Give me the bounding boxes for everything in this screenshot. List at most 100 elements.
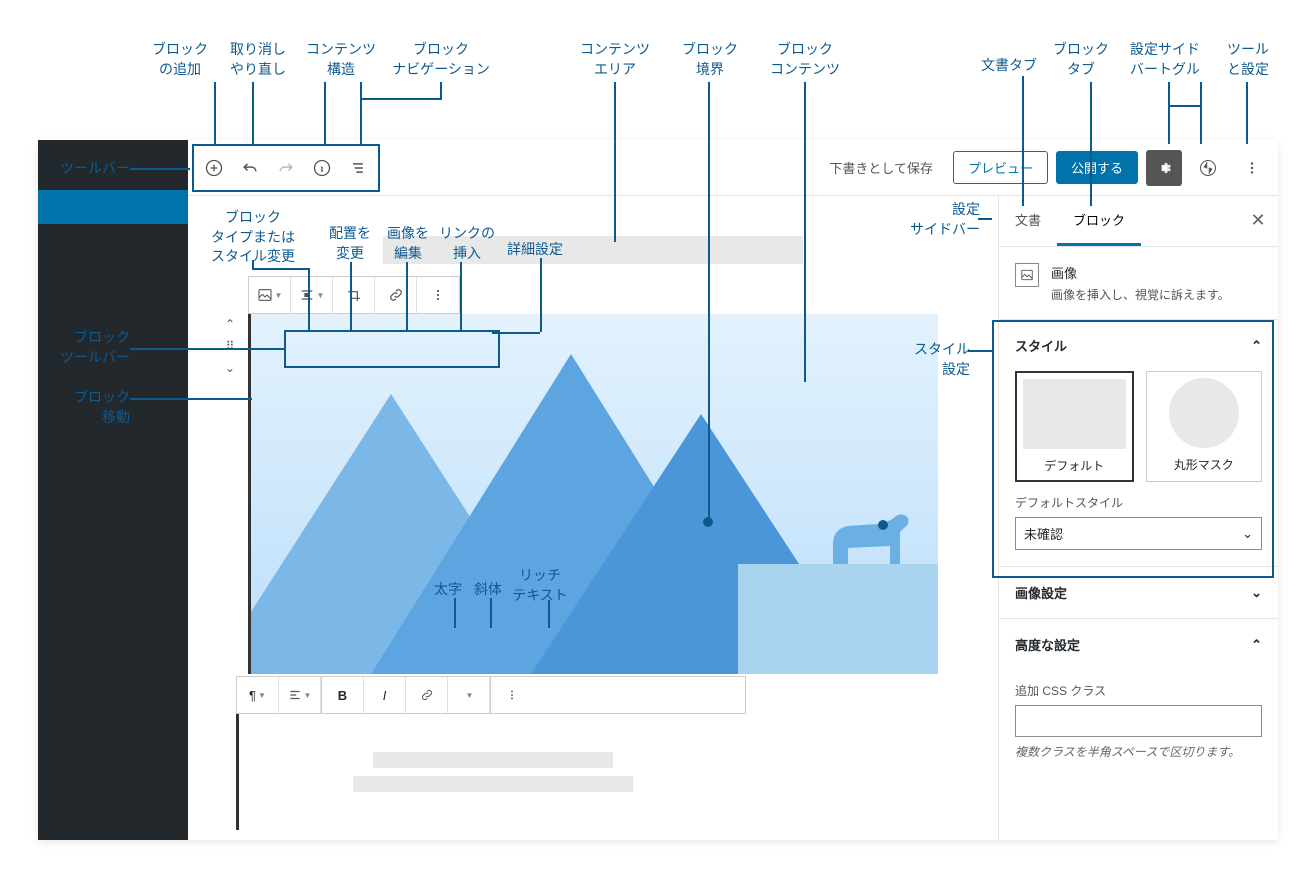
css-class-input[interactable] (1015, 705, 1262, 737)
anno-block-boundary: ブロック境界 (670, 40, 750, 79)
style-panel: スタイル ⌃ デフォルト 丸形マスク (999, 320, 1278, 567)
image-block-wrapper: ▼ ▼ (248, 314, 938, 674)
image-icon (257, 287, 273, 303)
rich-text-more-button[interactable]: ▼ (448, 677, 490, 713)
bear-graphic (818, 504, 918, 574)
content-structure-button[interactable] (304, 150, 340, 186)
chevron-down-icon: ⌄ (1242, 526, 1253, 542)
text-align-button[interactable]: ▼ (279, 677, 321, 713)
block-name: 画像 (1051, 263, 1230, 282)
alignment-button[interactable]: ▼ (291, 277, 333, 313)
undo-icon (240, 158, 260, 178)
tab-block[interactable]: ブロック (1057, 196, 1141, 246)
save-draft-button[interactable]: 下書きとして保存 (817, 150, 945, 185)
block-toolbar: ▼ ▼ (248, 276, 460, 314)
style-option-default[interactable]: デフォルト (1015, 371, 1134, 482)
redo-icon (276, 158, 296, 178)
anno-document-tab: 文書タブ (974, 56, 1044, 76)
chevron-down-icon: ▼ (317, 291, 325, 300)
editor-window: 下書きとして保存 プレビュー 公開する (38, 140, 1278, 840)
link-icon (420, 688, 434, 702)
ice-graphic (738, 564, 938, 674)
image-settings-panel: 画像設定 ⌄ (999, 567, 1278, 619)
more-vertical-icon (430, 287, 446, 303)
insert-link-button[interactable] (375, 277, 417, 313)
select-value: 未確認 (1024, 524, 1063, 543)
chevron-down-icon: ▼ (275, 291, 283, 300)
image-settings-toggle[interactable]: 画像設定 ⌄ (1015, 583, 1262, 602)
settings-toggle-button[interactable] (1146, 150, 1182, 186)
anno-block-tab: ブロックタブ (1046, 40, 1116, 79)
default-style-select[interactable]: 未確認 ⌄ (1015, 517, 1262, 550)
admin-sidebar-active-item[interactable] (38, 190, 188, 224)
drag-handle[interactable]: ⠿ (218, 336, 242, 356)
advanced-panel: 高度な設定 ⌃ 追加 CSS クラス 複数クラスを半角スペースで区切ります。 (999, 619, 1278, 776)
block-description: 画像を挿入し、視覚に訴えます。 (1051, 286, 1230, 303)
close-sidebar-button[interactable]: ✕ (1246, 208, 1270, 232)
plus-circle-icon (204, 158, 224, 178)
anno-settings-toggle: 設定サイドバートグル (1120, 40, 1210, 79)
paragraph-type-button[interactable]: ¶▼ (237, 677, 279, 713)
text-placeholder (373, 752, 613, 768)
text-link-button[interactable] (406, 677, 448, 713)
move-up-button[interactable]: ⌃ (218, 314, 242, 334)
image-block[interactable] (248, 314, 938, 674)
panel-title: スタイル (1015, 336, 1067, 355)
move-down-button[interactable]: ⌄ (218, 358, 242, 378)
chevron-up-icon: ⌃ (1251, 338, 1262, 354)
bold-button[interactable]: B (322, 677, 364, 713)
css-help-text: 複数クラスを半角スペースで区切ります。 (1015, 743, 1262, 760)
text-placeholder (353, 776, 633, 792)
settings-sidebar: 文書 ブロック ✕ 画像 画像を挿入し、視覚に訴えます。 (998, 196, 1278, 840)
add-block-button[interactable] (196, 150, 232, 186)
tab-document[interactable]: 文書 (999, 196, 1057, 246)
anno-undo-redo: 取り消しやり直し (218, 40, 298, 79)
css-class-label: 追加 CSS クラス (1015, 682, 1262, 699)
crop-icon (346, 287, 362, 303)
paragraph-block-wrapper: ¶▼ ▼ B I ▼ (236, 676, 746, 830)
editor-toolbar: 下書きとして保存 プレビュー 公開する (188, 140, 1278, 196)
anno-content-structure: コンテンツ構造 (296, 40, 386, 79)
text-block-toolbar: ¶▼ ▼ B I ▼ (236, 676, 746, 714)
image-icon (1015, 263, 1039, 287)
block-more-button[interactable] (417, 277, 459, 313)
more-vertical-icon (505, 688, 519, 702)
title-placeholder[interactable] (383, 236, 803, 264)
style-option-round[interactable]: 丸形マスク (1146, 371, 1263, 482)
chevron-up-icon: ⌃ (1251, 637, 1262, 653)
block-navigation-button[interactable] (340, 150, 376, 186)
anno-tools-settings: ツールと設定 (1218, 40, 1278, 79)
content-area[interactable]: ▼ ▼ (188, 196, 998, 840)
more-vertical-icon (1243, 159, 1261, 177)
list-icon (348, 158, 368, 178)
paragraph-block[interactable] (236, 714, 746, 830)
jetpack-icon (1199, 159, 1217, 177)
style-panel-toggle[interactable]: スタイル ⌃ (1015, 336, 1262, 355)
undo-button[interactable] (232, 150, 268, 186)
chevron-down-icon: ⌄ (1251, 585, 1262, 601)
align-icon (299, 287, 315, 303)
gear-icon (1155, 159, 1173, 177)
block-info-section: 画像 画像を挿入し、視覚に訴えます。 (999, 247, 1278, 320)
style-option-label: デフォルト (1023, 457, 1126, 474)
edit-image-button[interactable] (333, 277, 375, 313)
align-left-icon (288, 688, 302, 702)
jetpack-button[interactable] (1190, 150, 1226, 186)
link-icon (388, 287, 404, 303)
italic-button[interactable]: I (364, 677, 406, 713)
anno-block-nav: ブロックナビゲーション (386, 40, 496, 79)
advanced-panel-toggle[interactable]: 高度な設定 ⌃ (1015, 635, 1262, 654)
block-mover: ⌃ ⠿ ⌄ (218, 314, 242, 378)
style-option-label: 丸形マスク (1153, 456, 1256, 473)
text-more-button[interactable] (491, 677, 533, 713)
redo-button[interactable] (268, 150, 304, 186)
sidebar-tabs: 文書 ブロック ✕ (999, 196, 1278, 247)
info-icon (312, 158, 332, 178)
more-tools-button[interactable] (1234, 150, 1270, 186)
preview-button[interactable]: プレビュー (953, 151, 1048, 184)
style-preview (1023, 379, 1126, 449)
block-type-button[interactable]: ▼ (249, 277, 291, 313)
default-style-label: デフォルトスタイル (1015, 494, 1262, 511)
panel-title: 高度な設定 (1015, 635, 1080, 654)
publish-button[interactable]: 公開する (1056, 151, 1138, 184)
